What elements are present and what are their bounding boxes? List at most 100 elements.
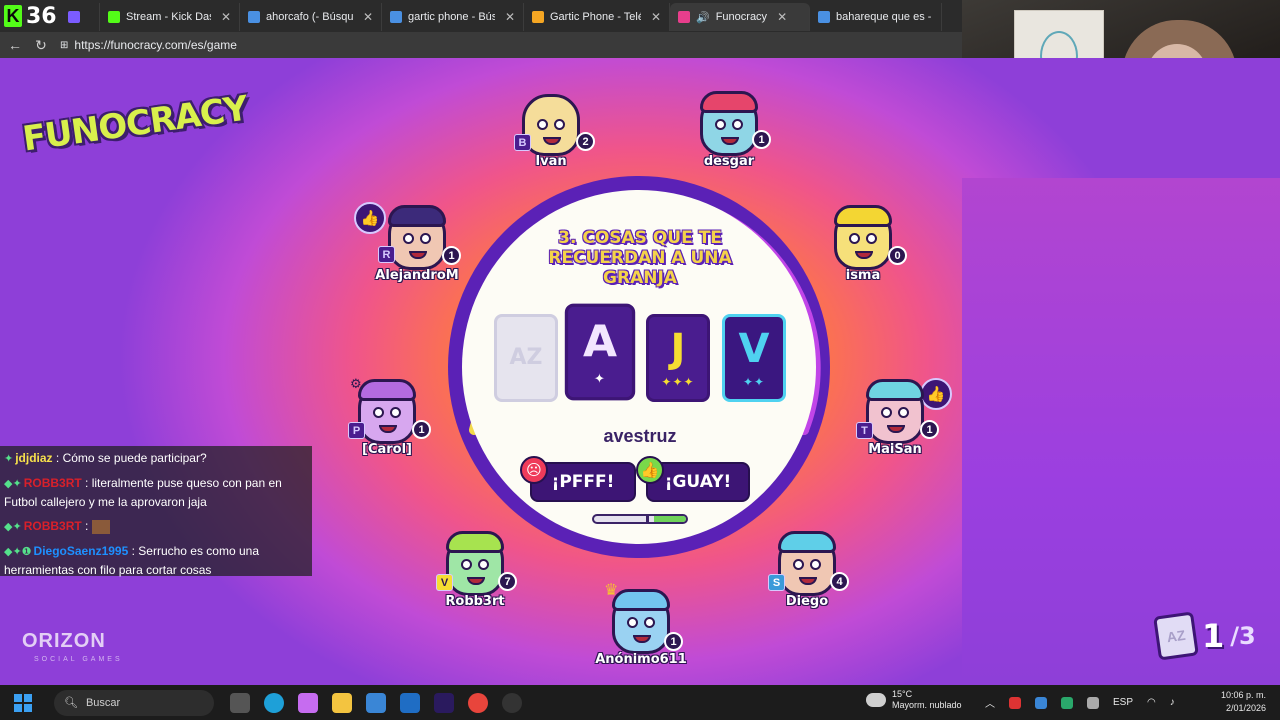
- kick-logo-icon: K: [4, 5, 22, 27]
- player-name: Robb3rt: [445, 594, 505, 609]
- player-letter-badge: V: [436, 574, 453, 591]
- kick-counter: K 36: [0, 0, 60, 32]
- onedrive-icon[interactable]: [1087, 696, 1099, 709]
- kick-viewer-count: 36: [26, 3, 57, 29]
- star-icon: ✦✦: [742, 375, 766, 389]
- close-tab-icon[interactable]: ✕: [505, 10, 515, 24]
- premiere-icon[interactable]: [434, 692, 454, 713]
- chat-badge-icon: ◆✦: [4, 521, 22, 533]
- player-score: 7: [498, 572, 517, 591]
- edge-icon[interactable]: [264, 692, 284, 713]
- browser-tab[interactable]: [60, 3, 100, 31]
- close-tab-icon[interactable]: ✕: [651, 10, 661, 24]
- back-arrow-icon[interactable]: ←: [8, 37, 22, 53]
- browser-tab[interactable]: ahorcafo (- Búsqueda ✕: [240, 3, 382, 31]
- wifi-icon[interactable]: ◠: [1147, 697, 1156, 708]
- round-current: 1: [1202, 617, 1225, 655]
- taskbar-apps: [230, 692, 522, 713]
- player-name: Ivan: [535, 154, 567, 169]
- site-info-icon[interactable]: ⊞: [60, 40, 68, 51]
- avatar: [446, 531, 504, 596]
- funocracy-logo: FUNOCRACY: [20, 88, 250, 160]
- round-total: /3: [1230, 622, 1256, 650]
- language-indicator[interactable]: ESP: [1113, 697, 1133, 708]
- player-letter-badge: R: [378, 246, 395, 263]
- player-letter-badge: S: [768, 574, 785, 591]
- browser-tab[interactable]: Gartic Phone - Teléfono D ✕: [524, 3, 670, 31]
- player-score: 2: [576, 132, 595, 151]
- player-score: 1: [664, 632, 683, 651]
- url-field[interactable]: ⊞ https://funocracy.com/es/game: [60, 38, 237, 52]
- file-explorer-icon[interactable]: [332, 692, 352, 713]
- close-tab-icon[interactable]: ✕: [221, 10, 231, 24]
- reload-icon[interactable]: ↻: [34, 37, 48, 54]
- question-prompt: 3. COSAS QUE TE RECUERDAN A UNA GRANJA: [548, 228, 732, 288]
- thumbs-up-icon: 👍: [354, 202, 386, 234]
- letter-card-j[interactable]: J ✦✦✦: [646, 314, 710, 402]
- shield-icon[interactable]: [1009, 696, 1021, 709]
- game-canvas: FUNOCRACY 3. COSAS QUE TE RECUERDAN A UN…: [0, 58, 1280, 685]
- chrome-icon[interactable]: [468, 692, 488, 713]
- player-carol: ⚙ P 1 [Carol]: [332, 376, 442, 478]
- kick-favicon-icon: [108, 11, 120, 23]
- defender-icon[interactable]: [1061, 696, 1073, 709]
- player-robb3rt: V 7 Robb3rt: [420, 531, 530, 630]
- avatar: [700, 91, 758, 156]
- close-tab-icon[interactable]: ✕: [363, 10, 373, 24]
- orizon-logo: ORIZON: [22, 630, 106, 652]
- player-letter-badge: P: [348, 422, 365, 439]
- player-letter-badge: B: [514, 134, 531, 151]
- chat-message: ◆✦❶ DiegoSaenz1995 : Serrucho es como una…: [4, 544, 259, 577]
- chat-username[interactable]: ROBB3RT: [24, 519, 82, 533]
- avatar: [388, 205, 446, 270]
- weather-widget[interactable]: 15°C Mayorm. nublado: [866, 689, 962, 711]
- vote-progress-marker: [646, 516, 649, 522]
- player-score: 4: [830, 572, 849, 591]
- player-score: 1: [752, 130, 771, 149]
- copilot-icon[interactable]: [298, 692, 318, 713]
- browser-tab[interactable]: bahareque que es - Búsq: [810, 3, 942, 31]
- close-tab-icon[interactable]: ✕: [777, 10, 787, 24]
- phone-favicon-icon: [532, 11, 544, 23]
- search-icon: 🔍︎: [64, 697, 78, 709]
- chat-username[interactable]: ROBB3RT: [24, 476, 82, 490]
- pfff-button[interactable]: ☹ ¡PFFF!: [520, 456, 636, 502]
- bluetooth-icon[interactable]: [1035, 696, 1047, 709]
- avatar: [834, 205, 892, 270]
- windows-start-icon[interactable]: [14, 693, 32, 712]
- guay-button[interactable]: 👍 ¡GUAY!: [636, 456, 750, 502]
- speaker-icon[interactable]: 🔊: [696, 11, 710, 24]
- player-isma: 0 isma: [808, 205, 918, 304]
- letter-card-a[interactable]: A ✦: [564, 303, 636, 401]
- taskbar-clock[interactable]: 10:06 p. m. 2/01/2026: [1221, 689, 1266, 715]
- browser-tab-active[interactable]: 🔊 Funocracy ✕: [670, 3, 810, 31]
- player-letter-badge: T: [856, 422, 873, 439]
- letter-card-v[interactable]: V ✦✦: [722, 314, 786, 402]
- answer-text: avestruz: [603, 426, 677, 446]
- chat-username[interactable]: DiegoSaenz1995: [34, 544, 129, 558]
- obs-icon[interactable]: [502, 692, 522, 713]
- browser-tab[interactable]: Stream - Kick Dashboard ✕: [100, 3, 240, 31]
- browser-tab[interactable]: gartic phone - Búsqueda ✕: [382, 3, 524, 31]
- chat-username[interactable]: jdjdiaz: [15, 451, 52, 465]
- player-name: MaiSan: [868, 442, 922, 457]
- player-name: AlejandroM: [375, 268, 459, 283]
- player-name: desgar: [703, 154, 755, 169]
- chat-message: ◆✦ ROBB3RT : literalmente puse queso con …: [4, 476, 282, 509]
- player-score: 1: [442, 246, 461, 265]
- store-icon[interactable]: [366, 692, 386, 713]
- taskbar-search[interactable]: 🔍︎ Buscar: [54, 689, 214, 716]
- player-alejandrom: 👍 R 1 AlejandroM: [354, 202, 472, 304]
- player-score: 0: [888, 246, 907, 265]
- outlook-icon[interactable]: [400, 692, 420, 713]
- vote-progress-bar: [592, 514, 688, 524]
- chat-badge-icon: ◆✦❶: [4, 546, 32, 558]
- volume-icon[interactable]: ♪: [1170, 697, 1175, 708]
- search-favicon-icon: [818, 11, 830, 23]
- task-view-icon[interactable]: [230, 692, 250, 713]
- angry-face-icon: ☹: [520, 456, 548, 484]
- player-name: [Carol]: [362, 442, 412, 457]
- chevron-up-icon[interactable]: ︿: [985, 695, 995, 710]
- chat-message: ✦ jdjdiaz : Cómo se puede participar?: [4, 451, 207, 465]
- avatar: [358, 379, 416, 444]
